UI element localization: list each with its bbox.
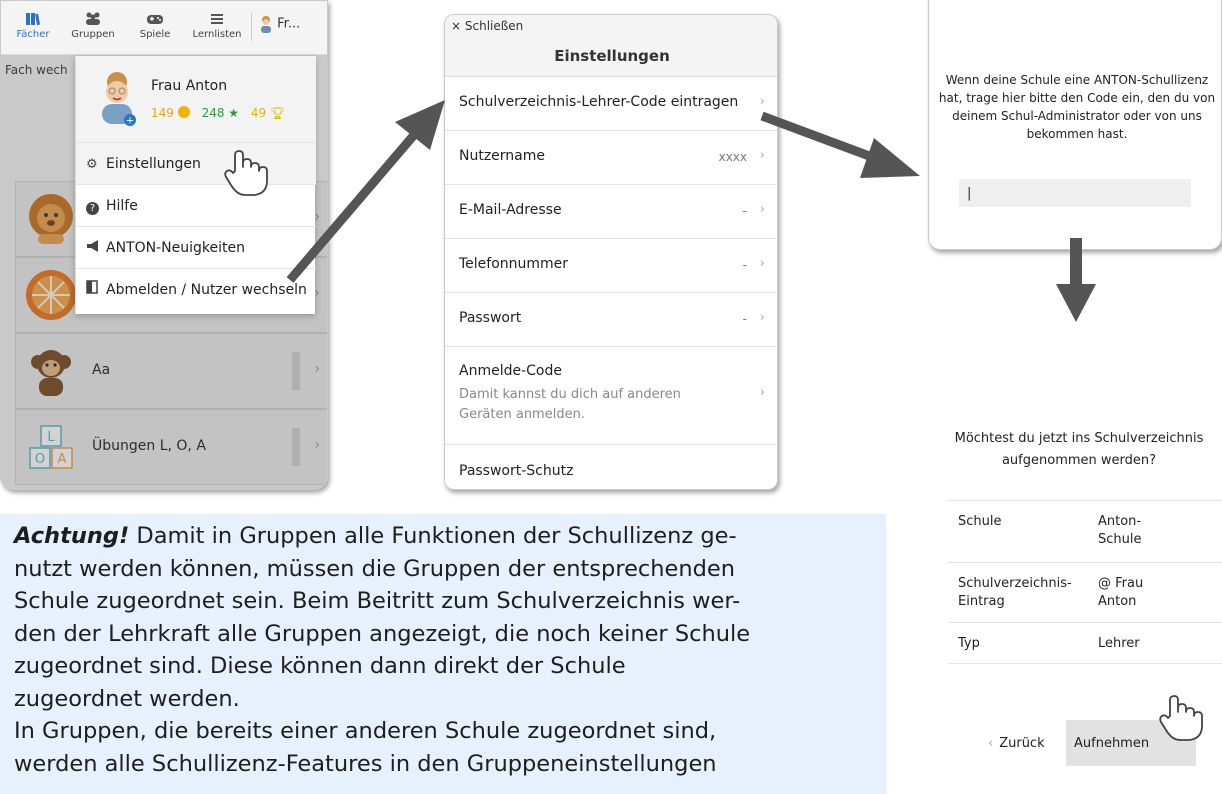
arrow-1 (286, 100, 445, 283)
arrow-2 (760, 111, 920, 178)
note-line: den der Lehrkraft alle Gruppen angezeigt… (14, 620, 751, 647)
note-line: Schule zugeordnet sein. Beim Beitritt zu… (14, 588, 741, 614)
note-line: In Gruppen, die bereits einer anderen Sc… (14, 718, 717, 744)
warning-note: Achtung! Damit in Gruppen alle Funktione… (0, 514, 886, 794)
note-line: nutzt werden können, müssen die Gruppen … (14, 555, 736, 582)
note-line: werden alle Schullizenz-Features in den … (14, 750, 717, 777)
note-line: zugeordnet sind. Diese können dann direk… (14, 653, 626, 679)
note-line: Achtung! Damit in Gruppen alle Funktione… (14, 520, 876, 553)
note-line: zugeordnet werden. (14, 685, 240, 712)
note-text: Damit in Gruppen alle Funktionen der Sch… (129, 523, 737, 549)
note-lead: Achtung! (14, 523, 130, 549)
arrow-3 (1056, 238, 1096, 322)
